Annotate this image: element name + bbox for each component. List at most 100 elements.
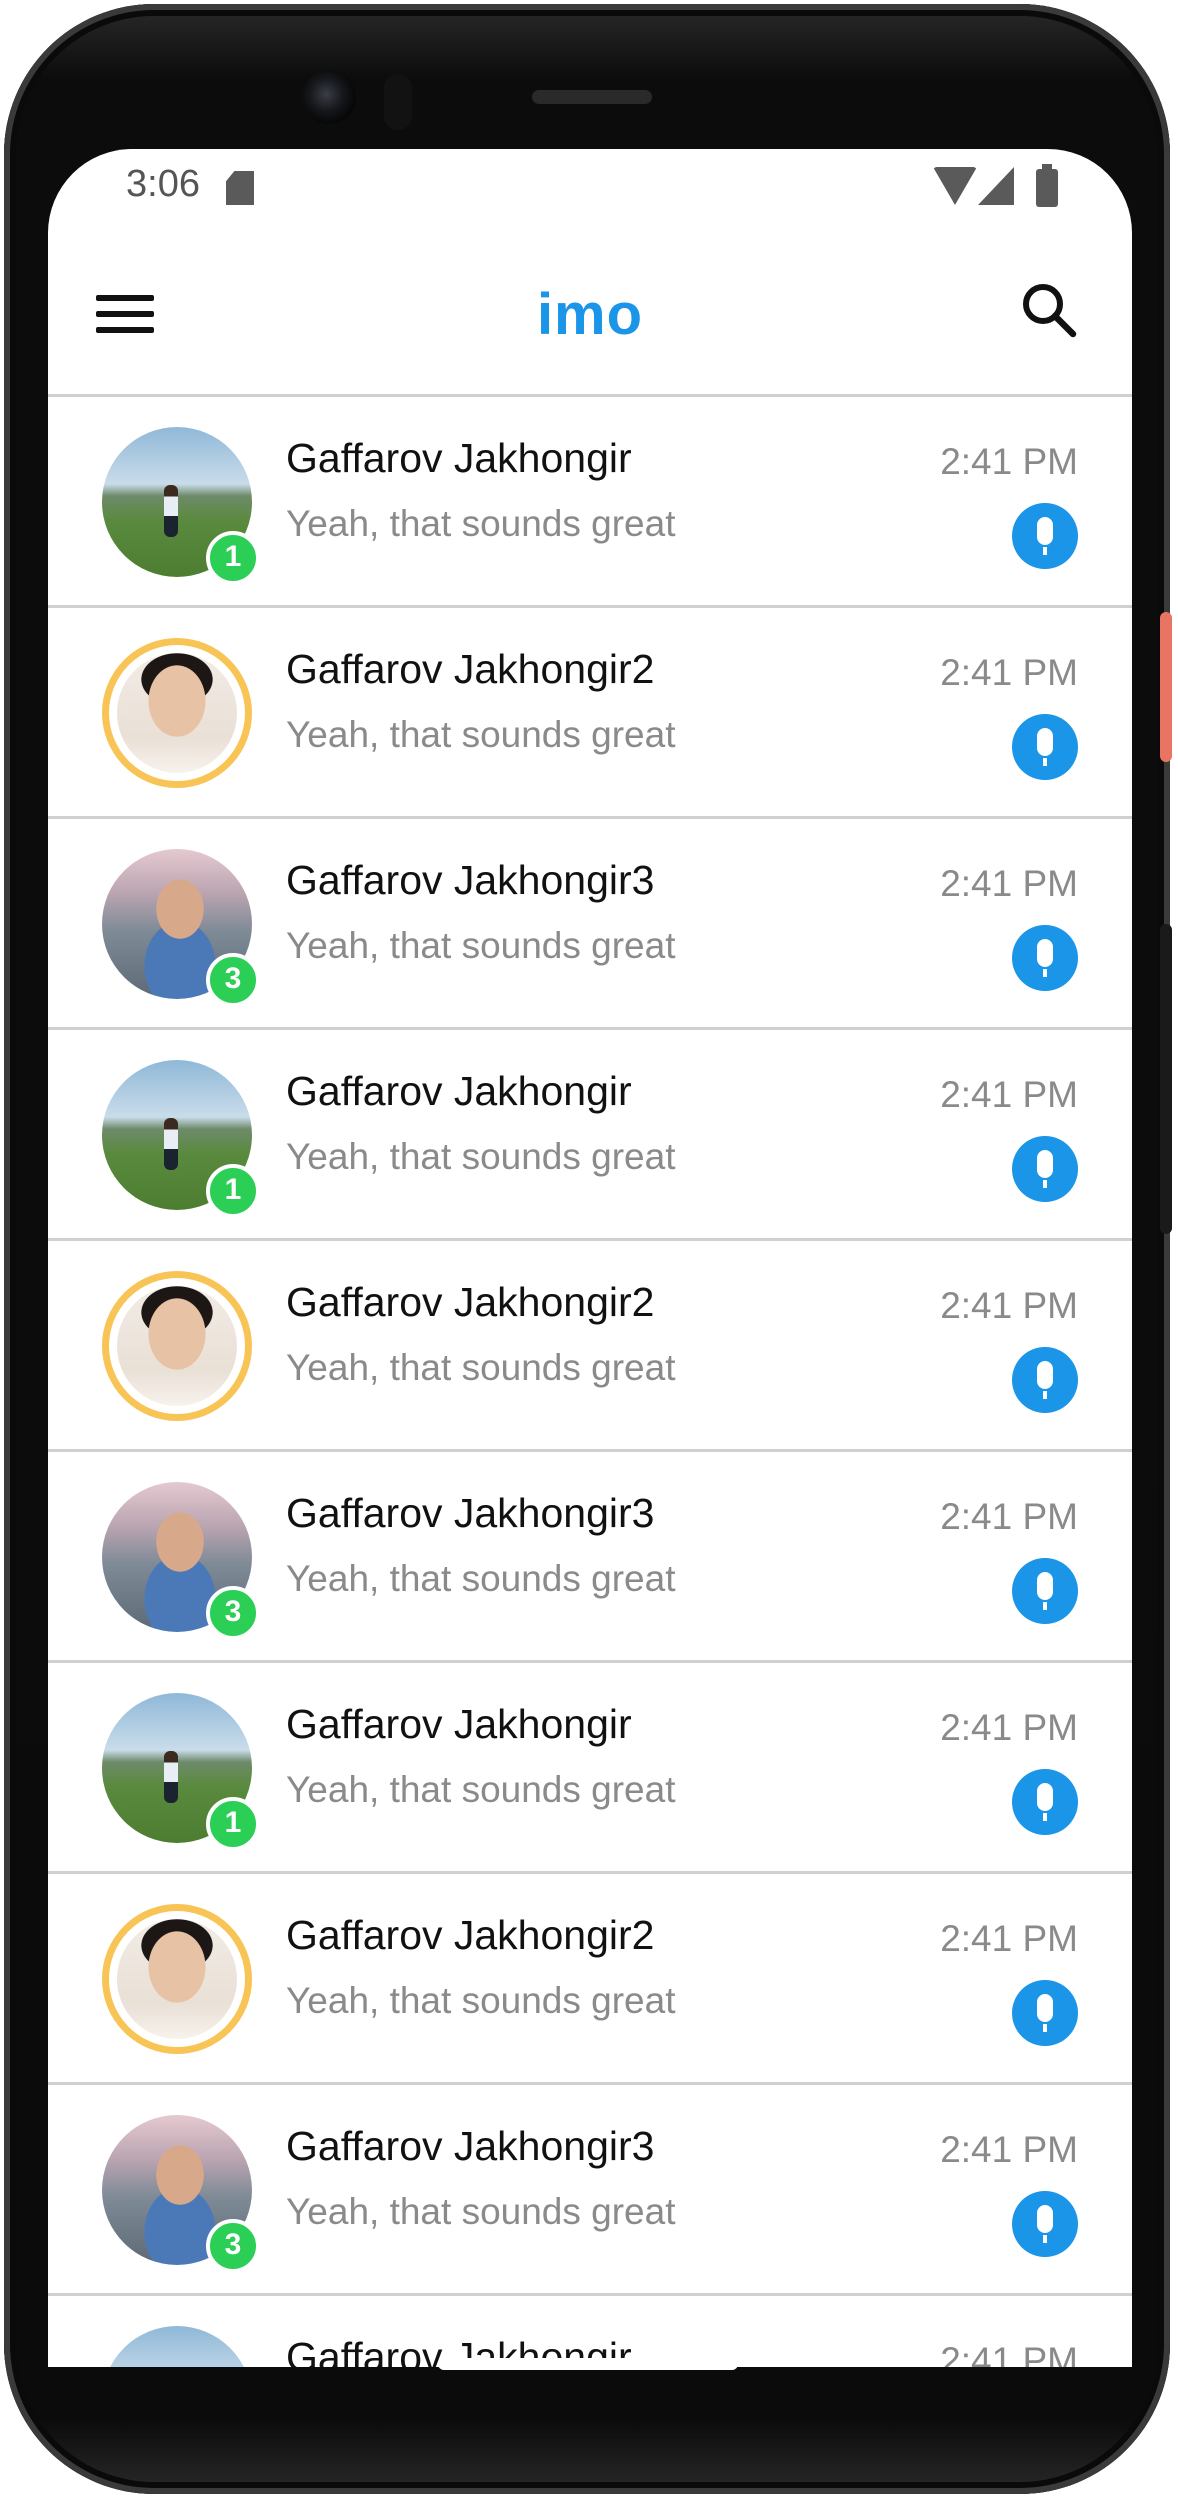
cell-signal-icon	[978, 167, 1014, 205]
voice-message-button[interactable]	[1012, 714, 1078, 780]
wifi-icon	[933, 167, 977, 205]
microphone-icon	[1037, 728, 1053, 756]
volume-button	[1160, 924, 1172, 1234]
front-camera	[302, 70, 356, 124]
message-time: 2:41 PM	[940, 1707, 1078, 1748]
avatar-image	[117, 1919, 237, 2039]
chat-row[interactable]: Gaffarov Jakhongir2 Yeah, that sounds gr…	[48, 1241, 1132, 1452]
last-message: Yeah, that sounds great	[286, 1136, 676, 1177]
chat-row[interactable]: 1 Gaffarov Jakhongir Yeah, that sounds g…	[48, 2296, 1132, 2367]
app-bar: imo	[48, 259, 1132, 397]
message-time: 2:41 PM	[940, 2129, 1078, 2170]
last-message: Yeah, that sounds great	[286, 1980, 676, 2021]
unread-badge: 3	[206, 953, 260, 1007]
contact-name: Gaffarov Jakhongir3	[286, 2123, 655, 2169]
contact-name: Gaffarov Jakhongir2	[286, 646, 655, 692]
voice-message-button[interactable]	[1012, 1347, 1078, 1413]
chat-list: 1 Gaffarov Jakhongir Yeah, that sounds g…	[48, 397, 1132, 2367]
chat-row[interactable]: 1 Gaffarov Jakhongir Yeah, that sounds g…	[48, 1030, 1132, 1241]
microphone-stand	[1043, 2235, 1047, 2243]
avatar[interactable]: 1	[102, 427, 260, 585]
contact-name: Gaffarov Jakhongir	[286, 435, 632, 481]
microphone-icon	[1037, 517, 1053, 545]
home-gesture-bar[interactable]	[438, 2358, 738, 2370]
battery-icon	[1036, 164, 1058, 207]
microphone-stand	[1043, 547, 1047, 555]
chat-row[interactable]: 3 Gaffarov Jakhongir3 Yeah, that sounds …	[48, 2085, 1132, 2296]
microphone-stand	[1043, 969, 1047, 977]
microphone-stand	[1043, 1813, 1047, 1821]
voice-message-button[interactable]	[1012, 2191, 1078, 2257]
voice-message-button[interactable]	[1012, 503, 1078, 569]
contact-name: Gaffarov Jakhongir2	[286, 1912, 655, 1958]
last-message: Yeah, that sounds great	[286, 2191, 676, 2232]
avatar[interactable]	[102, 1271, 252, 1421]
unread-badge: 3	[206, 2219, 260, 2273]
contact-name: Gaffarov Jakhongir	[286, 1068, 632, 1114]
avatar-image	[102, 2326, 252, 2367]
microphone-icon	[1037, 1783, 1053, 1811]
chat-row[interactable]: 3 Gaffarov Jakhongir3 Yeah, that sounds …	[48, 1452, 1132, 1663]
microphone-icon	[1037, 2205, 1053, 2233]
avatar-image	[117, 1286, 237, 1406]
microphone-stand	[1043, 2024, 1047, 2032]
search-icon[interactable]	[1018, 279, 1080, 341]
unread-badge: 1	[206, 1164, 260, 1218]
microphone-icon	[1037, 1150, 1053, 1178]
message-time: 2:41 PM	[940, 1918, 1078, 1959]
avatar[interactable]: 1	[102, 2326, 252, 2367]
message-time: 2:41 PM	[940, 1074, 1078, 1115]
screen: 3:06 imo 1 Gaffarov Jakhongir Yeah, that…	[48, 149, 1132, 2367]
contact-name: Gaffarov Jakhongir	[286, 1701, 632, 1747]
app-title: imo	[536, 282, 644, 347]
avatar[interactable]: 3	[102, 849, 260, 1007]
avatar[interactable]: 3	[102, 1482, 260, 1640]
microphone-stand	[1043, 758, 1047, 766]
voice-message-button[interactable]	[1012, 1769, 1078, 1835]
chat-row[interactable]: 1 Gaffarov Jakhongir Yeah, that sounds g…	[48, 1663, 1132, 1874]
chat-row[interactable]: Gaffarov Jakhongir2 Yeah, that sounds gr…	[48, 608, 1132, 819]
last-message: Yeah, that sounds great	[286, 925, 676, 966]
contact-name: Gaffarov Jakhongir3	[286, 857, 655, 903]
avatar-image	[117, 653, 237, 773]
proximity-sensor	[384, 74, 412, 130]
voice-message-button[interactable]	[1012, 1136, 1078, 1202]
phone-frame: 3:06 imo 1 Gaffarov Jakhongir Yeah, that…	[4, 4, 1172, 2494]
avatar[interactable]: 1	[102, 1693, 260, 1851]
microphone-icon	[1037, 1361, 1053, 1389]
microphone-icon	[1037, 1994, 1053, 2022]
message-time: 2:41 PM	[940, 1285, 1078, 1326]
status-time: 3:06	[126, 163, 200, 205]
microphone-stand	[1043, 1391, 1047, 1399]
avatar[interactable]: 3	[102, 2115, 260, 2273]
message-time: 2:41 PM	[940, 1496, 1078, 1537]
microphone-icon	[1037, 939, 1053, 967]
sd-card-icon	[226, 171, 254, 205]
contact-name: Gaffarov Jakhongir2	[286, 1279, 655, 1325]
last-message: Yeah, that sounds great	[286, 1558, 676, 1599]
avatar[interactable]	[102, 1904, 252, 2054]
chat-row[interactable]: Gaffarov Jakhongir2 Yeah, that sounds gr…	[48, 1874, 1132, 2085]
chat-row[interactable]: 3 Gaffarov Jakhongir3 Yeah, that sounds …	[48, 819, 1132, 1030]
status-bar: 3:06	[48, 149, 1132, 259]
last-message: Yeah, that sounds great	[286, 503, 676, 544]
microphone-stand	[1043, 1602, 1047, 1610]
unread-badge: 1	[206, 1797, 260, 1851]
message-time: 2:41 PM	[940, 652, 1078, 693]
earpiece-speaker	[532, 90, 652, 104]
unread-badge: 3	[206, 1586, 260, 1640]
chat-row[interactable]: 1 Gaffarov Jakhongir Yeah, that sounds g…	[48, 397, 1132, 608]
power-button	[1160, 612, 1172, 762]
last-message: Yeah, that sounds great	[286, 714, 676, 755]
voice-message-button[interactable]	[1012, 1980, 1078, 2046]
avatar[interactable]: 1	[102, 1060, 260, 1218]
avatar[interactable]	[102, 638, 252, 788]
voice-message-button[interactable]	[1012, 1558, 1078, 1624]
contact-name: Gaffarov Jakhongir3	[286, 1490, 655, 1536]
microphone-stand	[1043, 1180, 1047, 1188]
last-message: Yeah, that sounds great	[286, 1769, 676, 1810]
voice-message-button[interactable]	[1012, 925, 1078, 991]
microphone-icon	[1037, 1572, 1053, 1600]
unread-badge: 1	[206, 531, 260, 585]
message-time: 2:41 PM	[940, 441, 1078, 482]
